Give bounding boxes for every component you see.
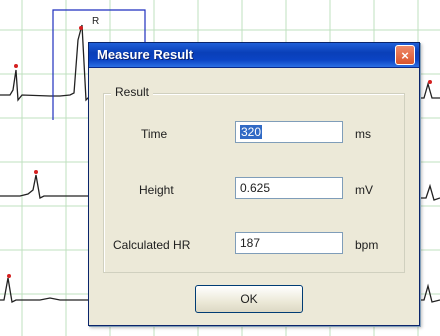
marker-label: R <box>92 16 99 27</box>
hr-unit: bpm <box>355 238 379 252</box>
ecg-trace-3 <box>0 277 88 303</box>
hr-value: 187 <box>240 236 261 250</box>
close-button[interactable]: × <box>395 45 415 65</box>
ecg-trace-1-right <box>418 81 440 99</box>
measure-result-dialog: Measure Result × Result Time 320 ms Heig… <box>88 42 420 326</box>
ecg-trace-2-right <box>418 183 440 201</box>
dialog-title: Measure Result <box>97 47 194 62</box>
hr-label: Calculated HR <box>113 238 191 252</box>
result-group-label: Result <box>111 85 154 99</box>
time-field[interactable]: 320 <box>235 121 343 143</box>
ok-button[interactable]: OK <box>195 285 303 313</box>
height-field[interactable]: 0.625 <box>235 177 343 199</box>
height-label: Height <box>139 183 174 197</box>
title-bar[interactable]: Measure Result × <box>89 43 419 68</box>
time-label: Time <box>141 127 168 141</box>
height-unit: mV <box>355 183 373 197</box>
time-unit: ms <box>355 127 371 141</box>
hr-field[interactable]: 187 <box>235 232 343 254</box>
height-value: 0.625 <box>240 181 271 195</box>
close-icon: × <box>401 47 409 63</box>
ecg-trace-2 <box>0 174 88 199</box>
time-value: 320 <box>240 125 263 139</box>
